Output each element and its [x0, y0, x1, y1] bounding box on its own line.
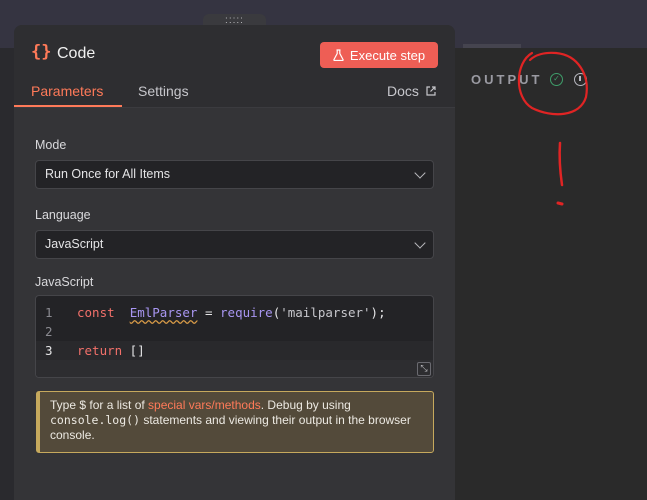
language-value: JavaScript: [45, 237, 104, 251]
execute-step-button[interactable]: Execute step: [320, 42, 438, 68]
keyword: return: [77, 343, 123, 358]
code-line-active: 3 return []: [36, 341, 433, 360]
line-number: 2: [45, 324, 53, 339]
chevron-down-icon: [414, 167, 426, 179]
success-check-icon: ✓: [550, 73, 563, 86]
execute-step-label: Execute step: [349, 47, 426, 63]
tab-settings[interactable]: Settings: [138, 83, 189, 99]
docs-label: Docs: [387, 83, 419, 99]
mode-value: Run Once for All Items: [45, 167, 171, 181]
chevron-down-icon: [414, 237, 426, 249]
info-icon[interactable]: [574, 73, 587, 86]
mode-select[interactable]: Run Once for All Items: [35, 160, 434, 189]
node-details-panel: {} Code Execute step Parameters Settings…: [14, 25, 455, 500]
flask-icon: [333, 49, 344, 61]
code-hint-callout: Type $ for a list of special vars/method…: [36, 391, 434, 453]
function-name: require: [220, 305, 273, 320]
external-link-icon: [426, 86, 436, 96]
tab-docs[interactable]: Docs: [387, 83, 436, 99]
node-title[interactable]: Code: [57, 45, 95, 63]
identifier: EmlParser: [129, 305, 198, 320]
string-literal: 'mailparser': [280, 305, 371, 320]
expand-editor-icon[interactable]: ⤡: [417, 362, 431, 376]
language-label: Language: [35, 208, 91, 222]
keyword: const: [77, 305, 115, 320]
panel-header: {} Code Execute step Parameters Settings…: [14, 25, 455, 108]
code-editor[interactable]: 1 const EmlParser = require('mailparser'…: [35, 295, 434, 378]
line-number: 3: [45, 343, 53, 358]
mode-label: Mode: [35, 138, 67, 152]
code-line: 2: [36, 322, 433, 341]
javascript-label: JavaScript: [35, 275, 94, 289]
code-braces-icon: {}: [31, 42, 52, 62]
special-vars-link[interactable]: special vars/methods: [148, 398, 261, 412]
code-line: 1 const EmlParser = require('mailparser'…: [45, 305, 386, 320]
parameters-body: Mode Run Once for All Items Language Jav…: [14, 108, 455, 500]
line-number: 1: [45, 305, 53, 320]
editor-footer: ⤡: [36, 360, 433, 377]
language-select[interactable]: JavaScript: [35, 230, 434, 259]
console-log-code: console.log(): [50, 413, 141, 427]
output-pane: [455, 48, 647, 500]
output-label: OUTPUT: [471, 72, 543, 87]
tab-parameters[interactable]: Parameters: [31, 83, 103, 99]
